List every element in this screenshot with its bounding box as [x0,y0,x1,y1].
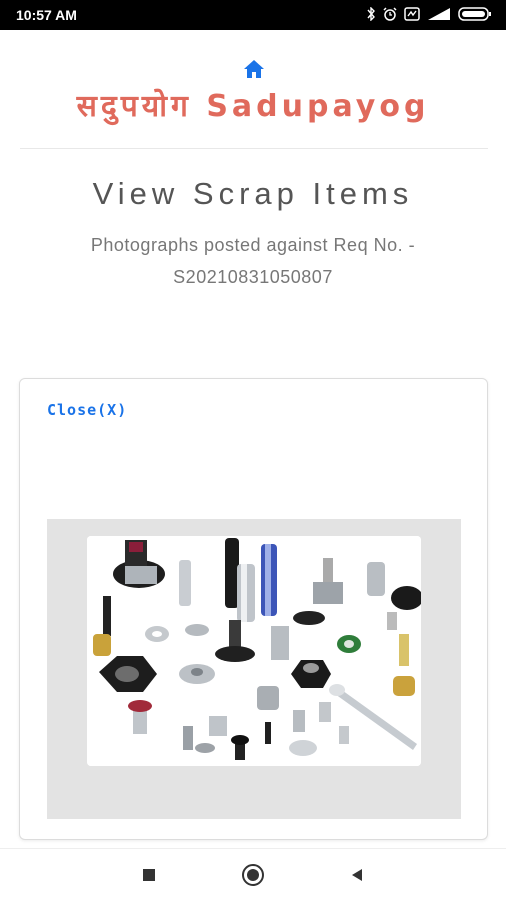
page-title: View Scrap Items [92,176,414,211]
page-subtitle: Photographs posted against Req No. - S20… [90,235,416,287]
alarm-icon [382,6,398,25]
back-triangle-icon[interactable] [345,863,369,887]
status-bar: 10:57 AM [0,0,506,30]
recents-square-icon[interactable] [137,863,161,887]
battery-icon [458,6,492,25]
system-nav-bar [0,848,506,900]
home-circle-icon[interactable] [241,863,265,887]
scrap-photo [87,536,421,766]
photo-frame [47,519,461,819]
photo-card: Close(X) [19,378,488,840]
data-saver-icon [404,6,420,25]
brand-title: सदुपयोग Sadupayog [76,89,430,124]
home-icon[interactable] [241,57,267,81]
header-divider [20,148,488,149]
bluetooth-icon [366,5,376,25]
signal-icon [426,6,452,25]
close-button[interactable]: Close(X) [47,401,127,419]
hardware-fasteners-photo [87,536,421,766]
status-icons [366,5,492,25]
status-time: 10:57 AM [16,7,77,23]
